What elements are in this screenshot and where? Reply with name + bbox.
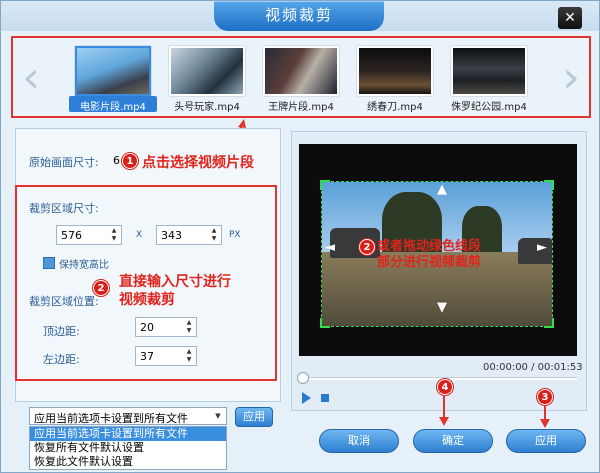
clip-thumbnail[interactable]: 头号玩家.mp4 [169, 46, 245, 114]
decrement-icon[interactable]: ▼ [184, 356, 194, 364]
crop-size-label: 裁剪区域尺寸: [29, 202, 99, 215]
timeline-knob[interactable] [297, 372, 309, 384]
crop-height-value: 343 [161, 229, 182, 242]
chevron-down-icon[interactable]: ▼ [212, 409, 224, 423]
annotation-arrow-icon [439, 395, 449, 426]
times-symbol: X [136, 230, 143, 240]
close-button[interactable]: ✕ [558, 7, 582, 29]
clip-thumbnail-image [75, 46, 151, 96]
crop-width-value: 576 [61, 229, 82, 242]
dropdown-option[interactable]: 应用当前选项卡设置到所有文件 [30, 427, 226, 441]
title-bar: 视频裁剪 ✕ [1, 1, 599, 31]
annotation-badge: 2 [359, 239, 375, 255]
crop-dialog: 视频裁剪 ✕ ‹ › 电影片段.mp4 头号玩家.mp4 王牌片段.mp4 绣春… [0, 0, 600, 473]
annotation-drag-2: 部分进行视频裁剪 [377, 255, 482, 270]
left-margin-stepper[interactable]: 37 ▲ ▼ [135, 346, 197, 366]
increment-icon[interactable]: ▲ [184, 348, 194, 356]
annotation-input-size-2: 视频裁剪 [119, 292, 175, 308]
clip-thumbnail-image [451, 46, 527, 96]
clip-label: 侏罗纪公园.mp4 [451, 102, 527, 113]
keep-ratio-label: 保持宽高比 [59, 260, 109, 271]
crop-handle[interactable] [544, 318, 554, 328]
original-size-value: 6 [113, 154, 120, 167]
top-margin-label: 顶边距: [43, 325, 80, 338]
annotation-select-clip: 点击选择视频片段 [142, 155, 254, 171]
top-margin-value: 20 [140, 321, 154, 334]
title-tab: 视频裁剪 [214, 1, 384, 31]
apply-scope-select[interactable]: 应用当前选项卡设置到所有文件 ▼ [29, 407, 227, 425]
apply-button[interactable]: 应用 [506, 429, 586, 453]
increment-icon[interactable]: ▲ [109, 227, 119, 235]
dropdown-option[interactable]: 恢复所有文件默认设置 [30, 441, 226, 455]
clip-thumbnail[interactable]: 侏罗纪公园.mp4 [451, 46, 527, 114]
clip-thumbnail-image [357, 46, 433, 96]
next-clips-arrow-icon[interactable]: › [559, 56, 583, 100]
clip-thumbnail-image [169, 46, 245, 96]
crop-handle[interactable] [320, 180, 330, 190]
stop-icon[interactable] [321, 394, 329, 402]
apply-scope-dropdown: 应用当前选项卡设置到所有文件 恢复所有文件默认设置 恢复此文件默认设置 [29, 426, 227, 470]
apply-scope-selected: 应用当前选项卡设置到所有文件 [34, 412, 188, 425]
original-size-label: 原始画面尺寸: [29, 156, 99, 169]
clip-thumbnail[interactable]: 电影片段.mp4 [69, 46, 157, 114]
clip-label: 头号玩家.mp4 [174, 102, 240, 113]
decrement-icon[interactable]: ▼ [109, 235, 119, 243]
annotation-badge: 1 [122, 153, 138, 169]
clip-label: 绣春刀.mp4 [367, 102, 423, 113]
playback-time: 00:00:00 / 00:01:53 [483, 362, 583, 373]
play-icon[interactable] [302, 392, 311, 404]
crop-height-stepper[interactable]: 343 ▲ ▼ [156, 225, 222, 245]
crop-handle[interactable] [544, 180, 554, 190]
increment-icon[interactable]: ▲ [209, 227, 219, 235]
decrement-icon[interactable]: ▼ [184, 327, 194, 335]
clip-label: 王牌片段.mp4 [268, 102, 334, 113]
left-margin-value: 37 [140, 350, 154, 363]
top-margin-stepper[interactable]: 20 ▲ ▼ [135, 317, 197, 337]
clip-strip: ‹ › 电影片段.mp4 头号玩家.mp4 王牌片段.mp4 绣春刀.mp4 侏… [11, 36, 591, 118]
annotation-input-size-1: 直接输入尺寸进行 [119, 274, 231, 290]
unit-label: PX [229, 230, 241, 240]
annotation-arrow-icon [540, 405, 550, 428]
clip-thumbnail[interactable]: 绣春刀.mp4 [357, 46, 433, 114]
drag-left-arrow-icon: ◄ [325, 240, 335, 255]
ok-button[interactable]: 确定 [413, 429, 493, 453]
crop-width-stepper[interactable]: 576 ▲ ▼ [56, 225, 122, 245]
drag-up-arrow-icon: ▲ [437, 182, 447, 197]
cancel-button[interactable]: 取消 [319, 429, 399, 453]
keep-ratio-checkbox[interactable] [43, 257, 55, 269]
increment-icon[interactable]: ▲ [184, 319, 194, 327]
prev-clips-arrow-icon[interactable]: ‹ [19, 56, 43, 100]
clip-thumbnail-image [263, 46, 339, 96]
preview-car [518, 238, 552, 264]
decrement-icon[interactable]: ▼ [209, 235, 219, 243]
clip-label: 电影片段.mp4 [80, 102, 146, 113]
drag-down-arrow-icon: ▼ [437, 300, 447, 315]
dropdown-option[interactable]: 恢复此文件默认设置 [30, 455, 226, 469]
drag-right-arrow-icon: ► [537, 240, 547, 255]
clip-thumbnail[interactable]: 王牌片段.mp4 [263, 46, 339, 114]
apply-scope-button[interactable]: 应用 [235, 407, 273, 427]
timeline-track[interactable] [301, 377, 577, 380]
dialog-title: 视频裁剪 [264, 6, 333, 24]
crop-handle[interactable] [320, 318, 330, 328]
crop-position-label: 裁剪区域位置: [29, 295, 99, 308]
left-margin-label: 左边距: [43, 353, 80, 366]
